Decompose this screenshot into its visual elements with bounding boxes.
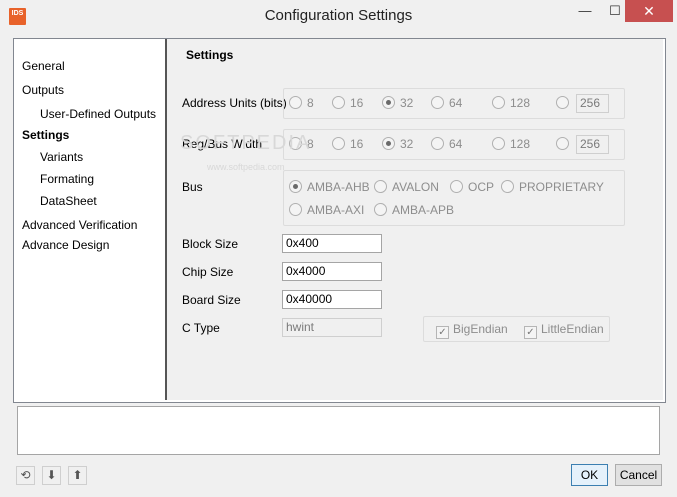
radio-selected-icon xyxy=(382,96,395,109)
radio-icon xyxy=(556,96,569,109)
radio-icon xyxy=(431,96,444,109)
checkmark-icon: ✓ xyxy=(436,326,449,339)
reg-bus-width-radio-128[interactable]: 128 xyxy=(492,137,530,151)
address-units-radio-128[interactable]: 128 xyxy=(492,96,530,110)
bus-radio-avalon[interactable]: AVALON xyxy=(374,180,439,194)
address-units-label: Address Units (bits) xyxy=(182,96,287,110)
block-size-label: Block Size xyxy=(182,237,239,251)
upload-icon[interactable]: ⬆ xyxy=(68,466,87,485)
address-units-radio-custom[interactable] xyxy=(556,96,574,110)
reg-bus-width-radio-16[interactable]: 16 xyxy=(332,137,363,151)
chip-size-label: Chip Size xyxy=(182,265,234,279)
nav-item-user-defined-outputs[interactable]: User-Defined Outputs xyxy=(40,107,156,121)
address-units-radio-16[interactable]: 16 xyxy=(332,96,363,110)
radio-icon xyxy=(289,137,302,150)
reg-bus-width-radio-64[interactable]: 64 xyxy=(431,137,462,151)
big-endian-checkbox[interactable]: ✓ BigEndian xyxy=(436,322,508,339)
bus-radio-amba-ahb[interactable]: AMBA-AHB xyxy=(289,180,370,194)
radio-icon xyxy=(492,96,505,109)
download-icon[interactable]: ⬇ xyxy=(42,466,61,485)
bus-group xyxy=(283,170,625,226)
nav-item-general[interactable]: General xyxy=(22,59,65,73)
cancel-button[interactable]: Cancel xyxy=(615,464,662,486)
radio-icon xyxy=(492,137,505,150)
bus-label: Bus xyxy=(182,180,203,194)
chip-size-input[interactable]: 0x4000 xyxy=(282,262,382,281)
radio-selected-icon xyxy=(382,137,395,150)
address-units-custom-input[interactable]: 256 xyxy=(576,94,609,113)
radio-icon xyxy=(289,203,302,216)
nav-item-settings[interactable]: Settings xyxy=(22,128,69,142)
reg-bus-width-label: Reg/Bus Width xyxy=(182,137,263,151)
address-units-radio-32[interactable]: 32 xyxy=(382,96,413,110)
little-endian-checkbox[interactable]: ✓ LittleEndian xyxy=(524,322,604,339)
nav-item-variants[interactable]: Variants xyxy=(40,150,83,164)
reg-bus-width-radio-custom[interactable] xyxy=(556,137,574,151)
reg-bus-width-radio-32[interactable]: 32 xyxy=(382,137,413,151)
c-type-input[interactable]: hwint xyxy=(282,318,382,337)
radio-icon xyxy=(374,203,387,216)
checkmark-icon: ✓ xyxy=(524,326,537,339)
address-units-radio-64[interactable]: 64 xyxy=(431,96,462,110)
nav-item-advanced-verification[interactable]: Advanced Verification xyxy=(22,218,137,232)
ok-button[interactable]: OK xyxy=(571,464,608,486)
radio-icon xyxy=(289,96,302,109)
radio-icon xyxy=(332,96,345,109)
bus-radio-ocp[interactable]: OCP xyxy=(450,180,494,194)
bus-radio-amba-apb[interactable]: AMBA-APB xyxy=(374,203,454,217)
radio-icon xyxy=(501,180,514,193)
block-size-input[interactable]: 0x400 xyxy=(282,234,382,253)
close-button[interactable]: ✕ xyxy=(625,0,673,22)
board-size-label: Board Size xyxy=(182,293,241,307)
minimize-button[interactable]: — xyxy=(570,0,600,22)
section-title: Settings xyxy=(186,48,234,62)
reg-bus-width-radio-8[interactable]: 8 xyxy=(289,137,314,151)
nav-item-advance-design[interactable]: Advance Design xyxy=(22,238,109,252)
nav-item-outputs[interactable]: Outputs xyxy=(22,83,64,97)
c-type-label: C Type xyxy=(182,321,220,335)
message-output-area[interactable] xyxy=(17,406,660,455)
radio-icon xyxy=(374,180,387,193)
bus-radio-proprietary[interactable]: PROPRIETARY xyxy=(501,180,604,194)
address-units-radio-8[interactable]: 8 xyxy=(289,96,314,110)
radio-selected-icon xyxy=(289,180,302,193)
radio-icon xyxy=(332,137,345,150)
board-size-input[interactable]: 0x40000 xyxy=(282,290,382,309)
reset-icon[interactable]: ⟲ xyxy=(16,466,35,485)
radio-icon xyxy=(431,137,444,150)
radio-icon xyxy=(450,180,463,193)
nav-item-datasheet[interactable]: DataSheet xyxy=(40,194,97,208)
nav-item-formating[interactable]: Formating xyxy=(40,172,94,186)
reg-bus-width-custom-input[interactable]: 256 xyxy=(576,135,609,154)
radio-icon xyxy=(556,137,569,150)
bus-radio-amba-axi[interactable]: AMBA-AXI xyxy=(289,203,364,217)
title-bar: IDS Configuration Settings — ☐ ✕ xyxy=(0,0,677,33)
